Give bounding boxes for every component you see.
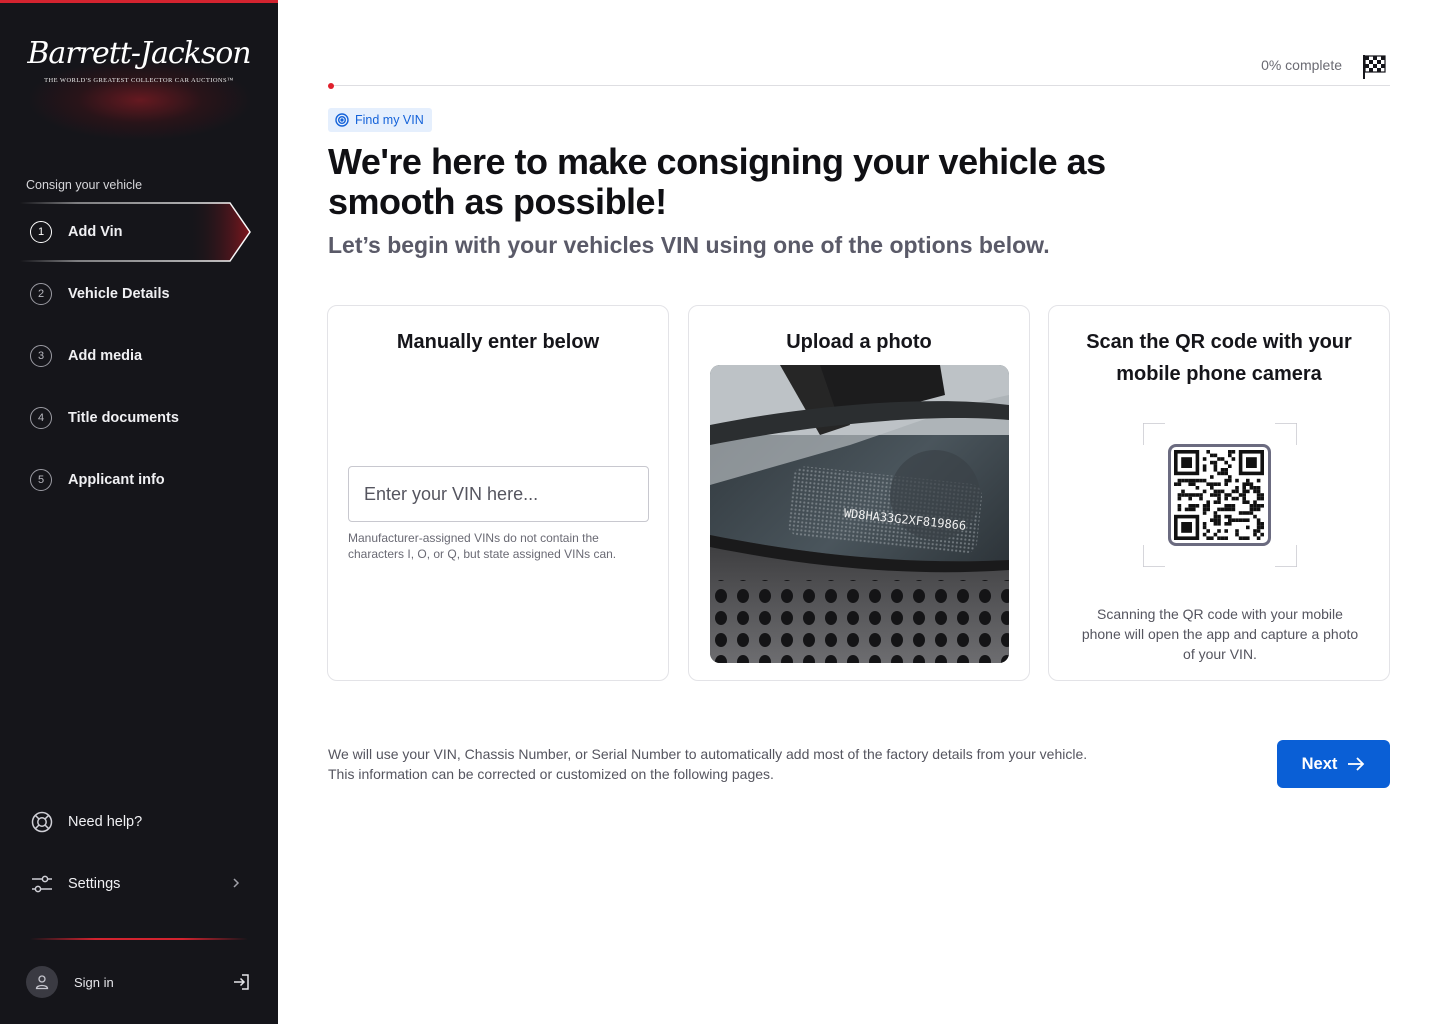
page-title: We're here to make consigning your vehic…	[328, 141, 1106, 222]
find-my-vin-button[interactable]: Find my VIN	[328, 108, 432, 132]
qr-instructions: Scanning the QR code with your mobile ph…	[1081, 606, 1359, 662]
upload-photo-card: Upload a photo WD8HA33G2XF819866	[688, 305, 1030, 681]
sidebar-step-applicant-info[interactable]: 5 Applicant info	[30, 466, 250, 494]
qr-scanner-frame	[1143, 423, 1297, 567]
need-help-label: Need help?	[68, 814, 143, 830]
step-label: Applicant info	[68, 472, 165, 488]
logo-tagline: THE WORLD'S GREATEST COLLECTOR CAR AUCTI…	[44, 77, 234, 84]
page-subtitle: Let’s begin with your vehicles VIN using…	[328, 232, 1050, 258]
sidebar-divider	[30, 938, 248, 940]
step-label: Title documents	[68, 410, 179, 426]
progress-text: 0% complete	[1261, 57, 1342, 73]
step-number-4: 4	[30, 407, 52, 429]
sign-in-label: Sign in	[74, 974, 114, 990]
checkered-flag-icon	[1362, 54, 1386, 85]
step-number-3: 3	[30, 345, 52, 367]
arrow-right-icon	[1348, 757, 1365, 771]
progress-indicator	[328, 83, 334, 89]
sidebar-top-accent	[0, 0, 278, 3]
sidebar: Barrett-Jackson THE WORLD'S GREATEST COL…	[0, 0, 278, 1024]
qr-code-title: Scan the QR code with your mobile phone …	[1086, 331, 1352, 385]
target-icon	[335, 113, 349, 127]
settings-label: Settings	[68, 876, 121, 892]
vin-input[interactable]	[348, 466, 649, 522]
avatar	[26, 966, 58, 998]
vin-photo-upload[interactable]: WD8HA33G2XF819866	[710, 365, 1009, 663]
lifebuoy-icon	[30, 810, 54, 834]
brand-logo[interactable]: Barrett-Jackson THE WORLD'S GREATEST COL…	[0, 34, 278, 154]
user-icon	[35, 975, 49, 990]
qr-code[interactable]	[1168, 444, 1271, 546]
vin-help-text: Manufacturer-assigned VINs do not contai…	[348, 531, 617, 561]
sign-in-button[interactable]: Sign in	[26, 966, 254, 998]
upload-photo-title: Upload a photo	[786, 331, 932, 353]
qr-code-card: Scan the QR code with your mobile phone …	[1048, 305, 1390, 681]
sidebar-step-title-documents[interactable]: 4 Title documents	[30, 404, 250, 432]
qr-code-image	[1174, 450, 1264, 540]
windshield-vin-image: WD8HA33G2XF819866	[710, 365, 1009, 663]
step-number-1: 1	[30, 221, 52, 243]
step-number-2: 2	[30, 283, 52, 305]
sidebar-step-add-media[interactable]: 3 Add media	[30, 342, 250, 370]
next-label: Next	[1301, 754, 1338, 773]
step-label: Add media	[68, 348, 143, 364]
next-button[interactable]: Next	[1277, 740, 1390, 788]
step-label: Add Vin	[68, 224, 123, 240]
sign-in-arrow-icon	[232, 973, 250, 996]
sidebar-step-add-vin[interactable]: 1 Add Vin	[30, 218, 250, 246]
settings-link[interactable]: Settings	[30, 870, 250, 898]
step-label: Vehicle Details	[68, 286, 170, 302]
progress-bar	[328, 85, 1390, 86]
chevron-right-icon	[232, 876, 240, 894]
sliders-icon	[30, 872, 54, 896]
find-my-vin-label: Find my VIN	[355, 113, 424, 127]
logo-script: Barrett-Jackson	[27, 36, 251, 71]
section-label: Consign your vehicle	[26, 178, 143, 192]
manual-entry-title: Manually enter below	[396, 331, 600, 353]
vin-usage-note: We will use your VIN, Chassis Number, or…	[328, 746, 1088, 782]
need-help-link[interactable]: Need help?	[30, 808, 250, 836]
sidebar-step-vehicle-details[interactable]: 2 Vehicle Details	[30, 280, 250, 308]
step-number-5: 5	[30, 469, 52, 491]
manual-entry-card: Manually enter below Manufacturer-assign…	[327, 305, 669, 681]
